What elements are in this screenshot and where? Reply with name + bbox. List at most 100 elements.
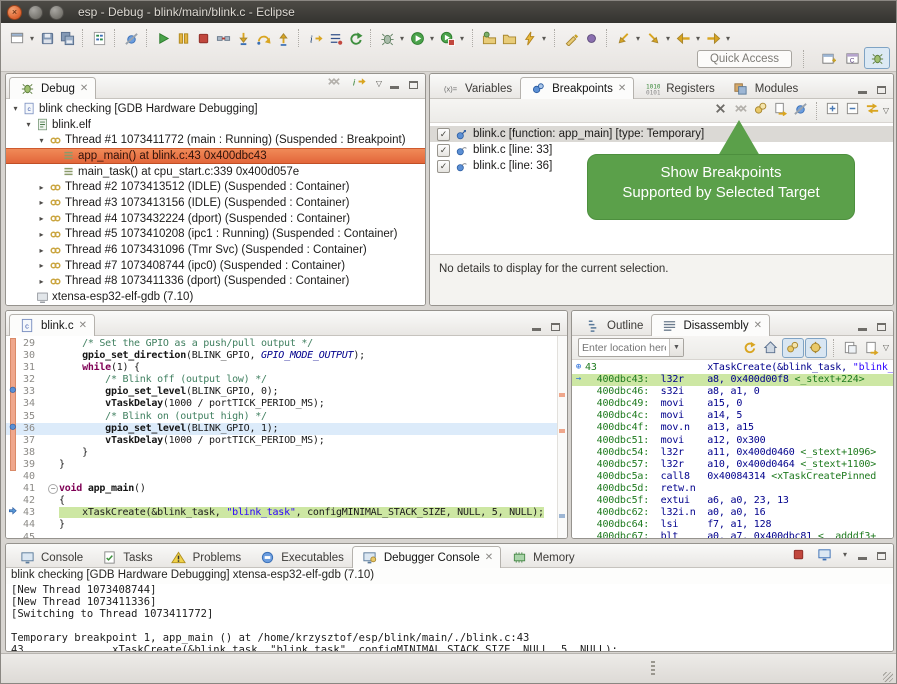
open-perspective-button[interactable] xyxy=(816,48,840,68)
nav-forward-button[interactable] xyxy=(703,29,723,47)
suspend-button[interactable] xyxy=(173,29,193,47)
tab-modules[interactable]: Modules xyxy=(723,77,806,99)
breakpoint-marker[interactable] xyxy=(6,386,23,398)
disassembly-row[interactable]: 400dbc67: blt a0, a7, 0x400dbc81 <__addd… xyxy=(572,531,893,538)
maximize-view-button[interactable] xyxy=(875,83,888,94)
code-line[interactable]: 44} xyxy=(6,519,567,531)
quick-access-box[interactable]: Quick Access xyxy=(697,50,792,68)
dropdown-arrow-icon[interactable]: ▾ xyxy=(663,34,673,43)
code-line[interactable]: 31 while(1) { xyxy=(6,362,567,374)
maximize-view-button[interactable] xyxy=(407,78,420,89)
code-line[interactable]: 45 xyxy=(6,532,567,539)
resume-button[interactable] xyxy=(153,29,173,47)
close-tab-icon[interactable]: ✕ xyxy=(618,83,626,94)
run-button[interactable] xyxy=(407,29,427,47)
close-tab-icon[interactable]: ✕ xyxy=(79,320,87,331)
disassembly-row[interactable]: 400dbc46: s32i a8, a1, 0 xyxy=(572,386,893,398)
breakpoint-row[interactable]: ✓blink.c [function: app_main] [type: Tem… xyxy=(430,126,893,142)
view-management-button[interactable]: i xyxy=(350,73,370,94)
step-into-button[interactable] xyxy=(233,29,253,47)
collapse-all-button[interactable] xyxy=(843,100,863,122)
combo-dropdown-icon[interactable]: ▼ xyxy=(669,339,683,356)
last-edit-location-button[interactable] xyxy=(613,29,633,47)
debug-tree-row[interactable]: main_task() at cpu_start.c:339 0x400d057… xyxy=(6,164,425,180)
binary-object-button[interactable] xyxy=(89,29,109,47)
disassembly-row[interactable]: 400dbc64: lsi f7, a1, 128 xyxy=(572,519,893,531)
code-line[interactable]: 42{ xyxy=(6,495,567,507)
minimize-view-button[interactable] xyxy=(856,83,869,94)
tab-executables[interactable]: Executables xyxy=(249,546,352,568)
disassembly-row[interactable]: 400dbc4f: mov.n a13, a15 xyxy=(572,422,893,434)
restart-button[interactable] xyxy=(345,29,365,47)
debug-tree-row[interactable]: ▸Thread #6 1073431096 (Tmr Svc) (Suspend… xyxy=(6,242,425,258)
view-menu-icon[interactable]: ▽ xyxy=(376,79,382,88)
breakpoint-marker[interactable] xyxy=(6,423,23,435)
breakpoint-checkbox[interactable]: ✓ xyxy=(437,160,450,173)
open-project-button[interactable] xyxy=(499,29,519,47)
code-line[interactable]: 37 vTaskDelay(1000 / portTICK_PERIOD_MS)… xyxy=(6,435,567,447)
cpp-perspective-button[interactable]: C xyxy=(840,48,864,68)
tab-debug[interactable]: Debug✕ xyxy=(9,77,96,99)
home-button[interactable] xyxy=(761,339,781,357)
disassembly-row[interactable]: 400dbc54: l32r a11, 0x400d0460 <_stext+1… xyxy=(572,447,893,459)
track-expression-button[interactable] xyxy=(805,338,827,358)
debug-tree-row[interactable]: app_main() at blink.c:43 0x400dbc43 xyxy=(6,148,425,164)
tab-registers[interactable]: 10100101Registers xyxy=(634,77,723,99)
disassembly-row[interactable]: 400dbc5f: extui a6, a0, 23, 13 xyxy=(572,495,893,507)
disassembly-row[interactable]: 400dbc62: l32i.n a0, a0, 16 xyxy=(572,507,893,519)
breakpoint-checkbox[interactable]: ✓ xyxy=(437,144,450,157)
tab-disassembly[interactable]: Disassembly✕ xyxy=(651,314,770,336)
fold-ruler-cell[interactable]: − xyxy=(48,483,59,495)
titlebar[interactable]: × esp - Debug - blink/main/blink.c - Ecl… xyxy=(1,1,896,23)
code-line[interactable]: 40 xyxy=(6,471,567,483)
debug-config-button[interactable] xyxy=(377,29,397,47)
disassembly-row[interactable]: 400dbc51: movi a12, 0x300 xyxy=(572,435,893,447)
refresh-disassembly-button[interactable] xyxy=(740,339,760,357)
dropdown-arrow-icon[interactable]: ▾ xyxy=(457,34,467,43)
terminate-console-button[interactable] xyxy=(788,545,808,563)
close-tab-icon[interactable]: ✕ xyxy=(485,552,493,563)
save-all-button[interactable] xyxy=(57,29,77,47)
location-input[interactable] xyxy=(579,342,669,354)
debug-tree-row[interactable]: ▾blink.elf xyxy=(6,117,425,133)
remove-breakpoint-button[interactable] xyxy=(711,100,731,122)
goto-last-edit-button[interactable] xyxy=(643,29,663,47)
open-elf-button[interactable] xyxy=(479,29,499,47)
disassembly-row[interactable]: 400dbc4c: movi a14, 5 xyxy=(572,410,893,422)
code-line[interactable]: 34 vTaskDelay(1000 / portTICK_PERIOD_MS)… xyxy=(6,398,567,410)
disassembly-row[interactable]: 400dbc49: movi a15, 0 xyxy=(572,398,893,410)
sash-grip[interactable] xyxy=(651,661,655,677)
goto-file-for-breakpoint-button[interactable] xyxy=(771,100,791,122)
overview-ruler[interactable] xyxy=(557,336,567,538)
debug-tree-row[interactable]: ▸Thread #4 1073432224 (dport) (Suspended… xyxy=(6,211,425,227)
nav-back-button[interactable] xyxy=(673,29,693,47)
disassembly-row[interactable]: 400dbc5d: retw.n xyxy=(572,483,893,495)
dropdown-arrow-icon[interactable]: ▾ xyxy=(723,34,733,43)
tab-debugger-console[interactable]: Debugger Console✕ xyxy=(352,546,501,568)
view-menu-icon[interactable]: ▽ xyxy=(883,343,889,352)
code-line[interactable]: 36 gpio_set_level(BLINK_GPIO, 1); xyxy=(6,423,567,435)
debug-tree-row[interactable]: xtensa-esp32-elf-gdb (7.10) xyxy=(6,289,425,305)
code-line[interactable]: 43 xTaskCreate(&blink_task, "blink_task"… xyxy=(6,507,567,519)
mark-occurrences-button[interactable] xyxy=(561,29,581,47)
instruction-pointer-marker[interactable] xyxy=(6,507,23,519)
save-button[interactable] xyxy=(37,29,57,47)
remove-all-breakpoints-button[interactable] xyxy=(731,100,751,122)
tab-tasks[interactable]: Tasks xyxy=(91,546,160,568)
close-button[interactable]: × xyxy=(7,5,22,20)
sync-active-context-button[interactable] xyxy=(782,338,804,358)
view-menu-icon[interactable]: ▽ xyxy=(883,106,889,115)
code-line[interactable]: 35 /* Blink on (output high) */ xyxy=(6,411,567,423)
debug-tree-row[interactable]: ▸Thread #8 1073411336 (dport) (Suspended… xyxy=(6,274,425,290)
step-over-button[interactable] xyxy=(253,29,273,47)
debug-tree-row[interactable]: ▸Thread #2 1073413512 (IDLE) (Suspended … xyxy=(6,179,425,195)
debug-tree-row[interactable]: ▸Thread #3 1073413156 (IDLE) (Suspended … xyxy=(6,195,425,211)
location-combo[interactable]: ▼ xyxy=(578,338,684,357)
disassembly-row[interactable]: 400dbc5a: call8 0x40084314 <xTaskCreateP… xyxy=(572,471,893,483)
dropdown-arrow-icon[interactable]: ▾ xyxy=(397,34,407,43)
maximize-view-button[interactable] xyxy=(875,320,888,331)
dropdown-arrow-icon[interactable]: ▾ xyxy=(539,34,549,43)
open-new-view-button[interactable] xyxy=(841,339,861,357)
debug-tree-row[interactable]: ▸Thread #5 1073410208 (ipc1 : Running) (… xyxy=(6,227,425,243)
display-selected-console-button[interactable] xyxy=(814,545,834,563)
